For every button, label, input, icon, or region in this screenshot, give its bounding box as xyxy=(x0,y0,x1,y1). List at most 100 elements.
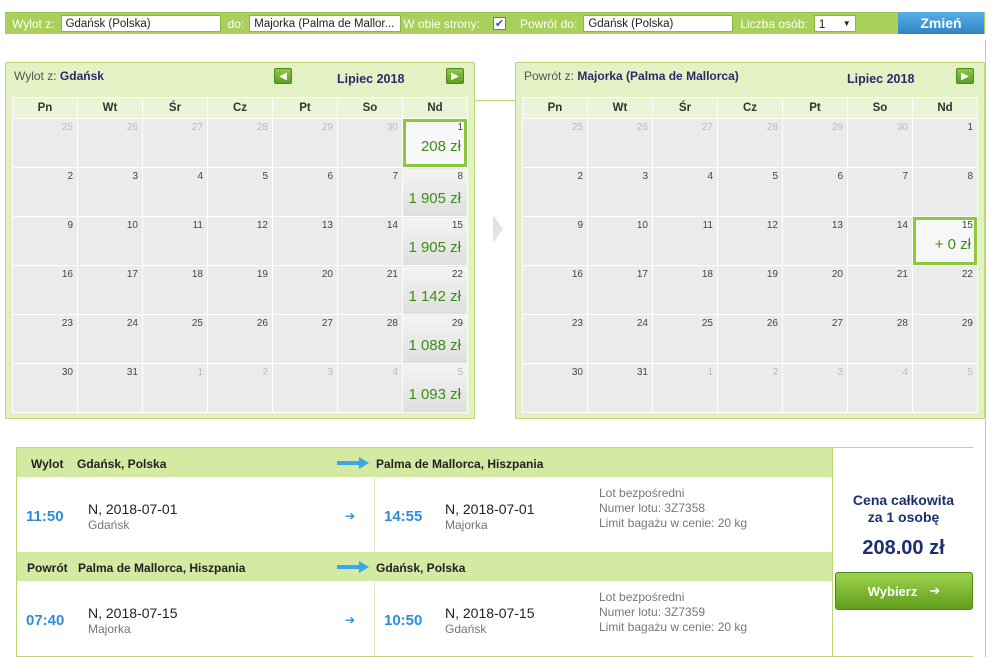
calendar-day: 3 xyxy=(782,363,848,413)
day-number: 25 xyxy=(191,318,203,329)
calendar-header: Powrót z: Majorka (Palma de Mallorca) Li… xyxy=(516,63,984,93)
day-number: 1 xyxy=(967,122,973,133)
calendar-day[interactable]: 5 1 093 zł xyxy=(402,363,468,413)
calendar-day: 10 xyxy=(77,216,143,266)
calendar-day[interactable]: 15 1 905 zł xyxy=(402,216,468,266)
column-divider xyxy=(374,582,375,656)
return-input[interactable] xyxy=(583,15,734,32)
weekday-header: So xyxy=(337,97,403,119)
calendar-day: 28 xyxy=(847,314,913,364)
baggage-limit: Limit bagażu w cenie: 20 kg xyxy=(599,620,748,634)
calendar-day: 1 xyxy=(912,118,978,168)
calendar-day: 2 xyxy=(12,167,78,217)
flight-type: Lot bezpośredni xyxy=(599,590,685,604)
day-number: 7 xyxy=(392,171,398,182)
day-number: 3 xyxy=(327,367,333,378)
calendar-day: 26 xyxy=(77,118,143,168)
calendar-day: 28 xyxy=(337,314,403,364)
calendar-day: 20 xyxy=(272,265,338,315)
calendar-day: 16 xyxy=(522,265,588,315)
calendar-day[interactable]: 8 1 905 zł xyxy=(402,167,468,217)
people-select[interactable]: 1 ▼ xyxy=(813,15,856,32)
day-number: 16 xyxy=(61,269,73,280)
calendar-title-city: Majorka (Palma de Mallorca) xyxy=(577,69,739,83)
both-ways-checkbox[interactable]: ✔ xyxy=(492,17,506,30)
calendar-day: 20 xyxy=(782,265,848,315)
people-label: Liczba osób: xyxy=(740,16,808,31)
calendar-month: Lipiec 2018 xyxy=(337,72,405,86)
calendar-day[interactable]: 15 + 0 zł xyxy=(912,216,978,266)
change-button[interactable]: Zmień xyxy=(898,12,984,34)
calendar-day: 25 xyxy=(142,314,208,364)
calendar-day: 17 xyxy=(77,265,143,315)
from-input[interactable] xyxy=(60,15,221,32)
calendar-day: 30 xyxy=(847,118,913,168)
calendar-day[interactable]: 29 1 088 zł xyxy=(402,314,468,364)
price-box: Cena całkowita za 1 osobę 208.00 zł Wybi… xyxy=(832,448,973,656)
price-label-line1: Cena całkowita xyxy=(852,492,955,508)
weekday-header: Śr xyxy=(142,97,208,119)
from-label: Wylot z: xyxy=(12,16,55,31)
day-number: 4 xyxy=(392,367,398,378)
both-ways-label: W obie strony: xyxy=(403,16,480,31)
return-calendar: Powrót z: Majorka (Palma de Mallorca) Li… xyxy=(515,62,985,419)
calendar-day: 30 xyxy=(12,363,78,413)
flight-number: Numer lotu: 3Z7358 xyxy=(599,501,706,515)
calendar-day: 27 xyxy=(782,314,848,364)
calendar-day: 2 xyxy=(522,167,588,217)
to-input[interactable] xyxy=(249,15,402,32)
calendar-day: 12 xyxy=(207,216,273,266)
day-number: 21 xyxy=(386,269,398,280)
weekday-header: Nd xyxy=(912,97,978,119)
day-number: 17 xyxy=(126,269,138,280)
day-price: 208 zł xyxy=(420,138,461,155)
calendar-week-row: 25 26 27 28 29 30 1 xyxy=(522,118,978,168)
day-number: 27 xyxy=(191,122,203,133)
calendar-day: 26 xyxy=(717,314,783,364)
calendar-day: 7 xyxy=(847,167,913,217)
day-number: 18 xyxy=(701,269,713,280)
day-number: 23 xyxy=(571,318,583,329)
column-divider xyxy=(374,478,375,552)
day-number: 15 xyxy=(961,220,973,231)
calendar-day[interactable]: 1 208 zł xyxy=(402,118,468,168)
next-month-button[interactable]: ▶ xyxy=(956,68,974,84)
select-button[interactable]: Wybierz ➔ xyxy=(835,572,973,610)
calendar-day: 11 xyxy=(142,216,208,266)
day-price: 1 905 zł xyxy=(408,239,461,256)
day-number: 25 xyxy=(571,122,583,133)
arrival-city: Majorka xyxy=(445,518,488,532)
arrow-right-icon: ➔ xyxy=(345,509,356,523)
day-number: 29 xyxy=(961,318,973,329)
day-number: 22 xyxy=(451,269,463,280)
day-number: 26 xyxy=(636,122,648,133)
day-price: 1 088 zł xyxy=(408,337,461,354)
day-number: 3 xyxy=(132,171,138,182)
calendar-day: 2 xyxy=(717,363,783,413)
calendar-title-city: Gdańsk xyxy=(59,69,104,83)
prev-month-button[interactable]: ◀ xyxy=(274,68,292,84)
next-month-button[interactable]: ▶ xyxy=(446,68,464,84)
calendar-day: 13 xyxy=(782,216,848,266)
calendar-day[interactable]: 22 1 142 zł xyxy=(402,265,468,315)
day-number: 3 xyxy=(642,171,648,182)
calendar-day: 1 xyxy=(652,363,718,413)
day-number: 12 xyxy=(256,220,268,231)
calendar-title: Powrót z: Majorka (Palma de Mallorca) xyxy=(524,69,739,83)
day-price: + 0 zł xyxy=(934,236,971,253)
outbound-leg-header: Wylot Gdańsk, Polska Palma de Mallorca, … xyxy=(17,448,832,477)
day-number: 28 xyxy=(766,122,778,133)
calendar-day: 3 xyxy=(77,167,143,217)
day-number: 25 xyxy=(701,318,713,329)
calendar-day: 9 xyxy=(12,216,78,266)
day-number: 30 xyxy=(571,367,583,378)
day-number: 19 xyxy=(766,269,778,280)
day-number: 28 xyxy=(256,122,268,133)
calendar-week-row: 23 24 25 26 27 28 29 1 088 zł xyxy=(12,314,468,364)
calendar-day: 10 xyxy=(587,216,653,266)
day-number: 5 xyxy=(772,171,778,182)
calendar-day: 4 xyxy=(652,167,718,217)
calendar-day: 16 xyxy=(12,265,78,315)
departure-date: N, 2018-07-15 xyxy=(88,605,178,621)
calendar-month: Lipiec 2018 xyxy=(847,72,915,86)
